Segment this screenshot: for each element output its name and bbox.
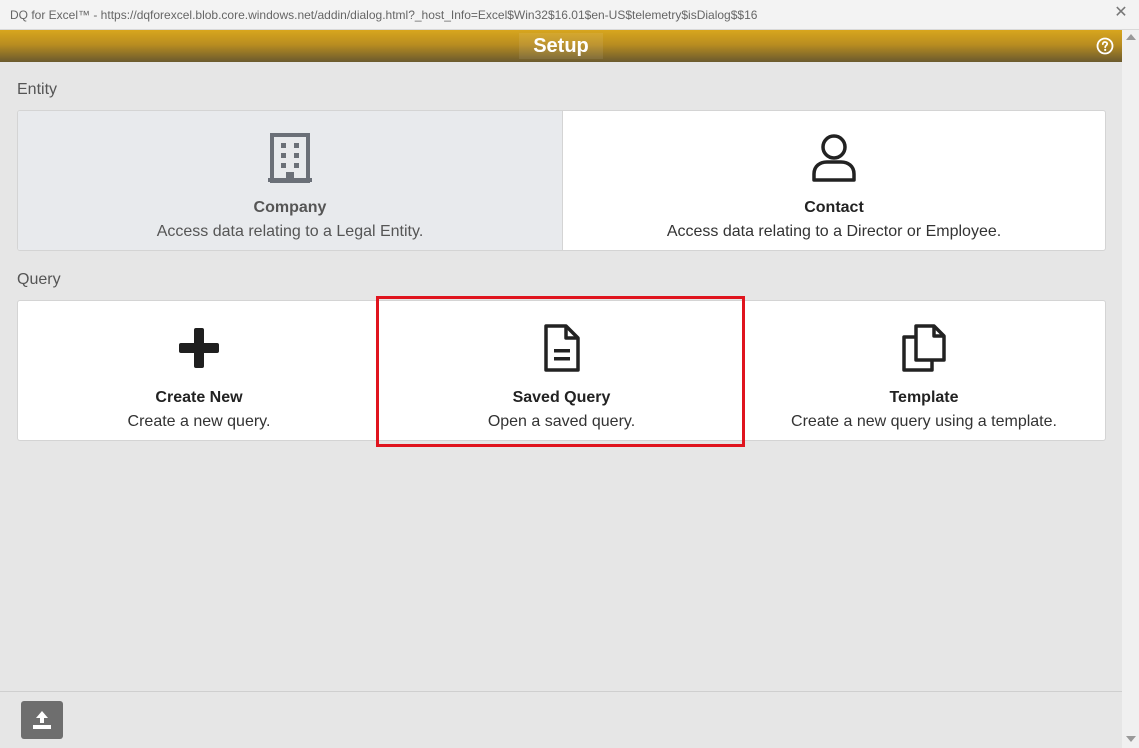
- company-card-title: Company: [253, 199, 327, 216]
- copy-icon: [902, 324, 946, 372]
- vertical-scrollbar[interactable]: [1122, 30, 1139, 748]
- dialog-header: Setup: [0, 30, 1122, 62]
- help-circle-icon[interactable]: [1096, 37, 1114, 55]
- query-card-row: Create New Create a new query. Saved Que…: [17, 300, 1106, 441]
- saved-query-card-description: Open a saved query.: [487, 413, 636, 430]
- entity-section-label: Entity: [17, 81, 58, 98]
- person-icon: [812, 134, 856, 182]
- upload-icon: [33, 711, 51, 729]
- query-section-label: Query: [17, 271, 61, 288]
- contact-card[interactable]: Contact Access data relating to a Direct…: [563, 111, 1105, 250]
- create-new-card-description: Create a new query.: [127, 413, 271, 430]
- upload-button[interactable]: [21, 701, 63, 739]
- plus-icon: [179, 328, 219, 368]
- close-icon[interactable]: ✕: [1113, 5, 1129, 21]
- template-card-description: Create a new query using a template.: [791, 413, 1057, 430]
- company-card[interactable]: Company Access data relating to a Legal …: [18, 111, 562, 250]
- document-icon: [543, 324, 580, 372]
- template-card[interactable]: Template Create a new query using a temp…: [743, 301, 1105, 440]
- scroll-up-icon[interactable]: [1126, 34, 1136, 40]
- window-titlebar: DQ for Excel™ - https://dqforexcel.blob.…: [0, 0, 1139, 30]
- contact-card-description: Access data relating to a Director or Em…: [666, 223, 1002, 240]
- template-card-title: Template: [889, 389, 959, 406]
- saved-query-card[interactable]: Saved Query Open a saved query.: [380, 301, 743, 440]
- window-title: DQ for Excel™ - https://dqforexcel.blob.…: [10, 8, 758, 22]
- saved-query-card-title: Saved Query: [512, 389, 611, 406]
- contact-card-title: Contact: [804, 199, 864, 216]
- create-new-card[interactable]: Create New Create a new query.: [18, 301, 380, 440]
- company-card-description: Access data relating to a Legal Entity.: [156, 223, 424, 240]
- building-icon: [268, 133, 312, 183]
- entity-card-row: Company Access data relating to a Legal …: [17, 110, 1106, 251]
- dialog-footer: [0, 691, 1122, 748]
- page-title: Setup: [519, 33, 603, 59]
- create-new-card-title: Create New: [155, 389, 243, 406]
- scroll-down-icon[interactable]: [1126, 736, 1136, 742]
